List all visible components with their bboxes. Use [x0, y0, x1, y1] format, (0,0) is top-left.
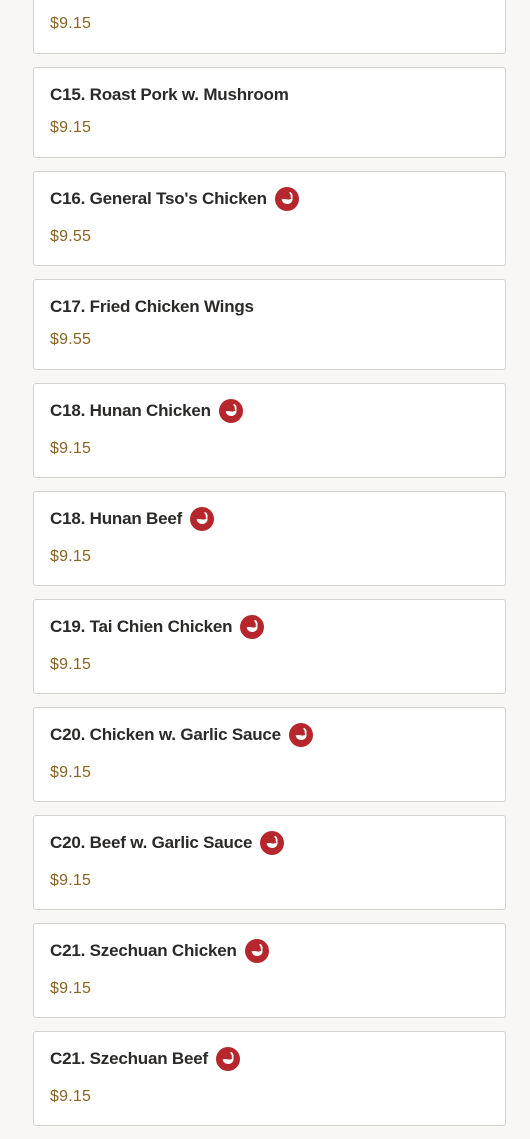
menu-item-price: $9.15 [50, 764, 92, 781]
menu-item-name: C21. Szechuan Chicken [50, 941, 237, 960]
menu-item-name: C16. General Tso's Chicken [50, 189, 267, 208]
menu-item-card[interactable]: C21. Szechuan Beef $9.15 [33, 1031, 506, 1126]
menu-item-name: C17. Fried Chicken Wings [50, 297, 254, 316]
menu-item-card[interactable]: C18. Hunan Chicken $9.15 [33, 383, 506, 478]
menu-item-card[interactable]: C16. General Tso's Chicken $9.55 [33, 171, 506, 266]
spicy-pepper-icon [215, 1047, 240, 1071]
menu-item-name-row: C18. Hunan Chicken [50, 398, 243, 424]
menu-item-name-row: C19. Tai Chien Chicken [50, 614, 265, 640]
spicy-pepper-icon [244, 939, 269, 963]
menu-item-card[interactable]: C20. Chicken w. Garlic Sauce $9.15 [33, 707, 506, 802]
menu-item-card[interactable]: C19. Tai Chien Chicken $9.15 [33, 599, 506, 694]
menu-item-card[interactable]: C15. Roast Pork w. Mushroom $9.15 [33, 67, 506, 158]
menu-item-name: C20. Chicken w. Garlic Sauce [50, 725, 281, 744]
menu-item-name: C19. Tai Chien Chicken [50, 617, 233, 636]
menu-item-card[interactable]: C18. Hunan Beef $9.15 [33, 491, 506, 586]
menu-item-price: $9.15 [50, 656, 92, 673]
menu-item-price: $9.15 [50, 15, 92, 32]
menu-item-card[interactable]: C17. Fried Chicken Wings $9.55 [33, 279, 506, 370]
menu-item-name-row: C17. Fried Chicken Wings [50, 296, 254, 318]
menu-item-price: $9.15 [50, 119, 92, 136]
spicy-pepper-icon [218, 399, 243, 423]
spicy-pepper-icon [288, 723, 313, 747]
menu-item-price: $9.15 [50, 440, 92, 457]
menu-item-card[interactable]: C20. Beef w. Garlic Sauce $9.15 [33, 815, 506, 910]
menu-item-card[interactable]: C21. Szechuan Chicken $9.15 [33, 923, 506, 1018]
menu-item-price: $9.15 [50, 980, 92, 997]
spicy-pepper-icon [190, 507, 215, 531]
menu-item-name-row: C18. Hunan Beef [50, 506, 215, 532]
menu-item-price: $9.15 [50, 872, 92, 889]
menu-item-name: C21. Szechuan Beef [50, 1049, 208, 1068]
menu-item-name-row: C16. General Tso's Chicken [50, 186, 299, 212]
menu-item-name-row: C20. Beef w. Garlic Sauce [50, 830, 285, 856]
menu-item-name-row: C15. Roast Pork w. Mushroom [50, 84, 289, 106]
menu-item-name: C18. Hunan Beef [50, 509, 183, 528]
spicy-pepper-icon [260, 831, 285, 855]
menu-item-name: C18. Hunan Chicken [50, 401, 211, 420]
menu-item-price: $9.55 [50, 228, 92, 245]
menu-item-list: $9.15 C15. Roast Pork w. Mushroom $9.15 … [33, 0, 506, 1139]
menu-item-name: C20. Beef w. Garlic Sauce [50, 833, 253, 852]
spicy-pepper-icon [274, 187, 299, 211]
menu-item-card[interactable]: $9.15 [33, 0, 506, 54]
spicy-pepper-icon [240, 615, 265, 639]
menu-item-name-row: C21. Szechuan Chicken [50, 938, 269, 964]
menu-item-name: C15. Roast Pork w. Mushroom [50, 85, 289, 104]
menu-item-price: $9.15 [50, 548, 92, 565]
menu-item-price: $9.15 [50, 1088, 92, 1105]
menu-item-price: $9.55 [50, 331, 92, 348]
menu-item-name-row: C20. Chicken w. Garlic Sauce [50, 722, 313, 748]
menu-item-name-row: C21. Szechuan Beef [50, 1046, 240, 1072]
